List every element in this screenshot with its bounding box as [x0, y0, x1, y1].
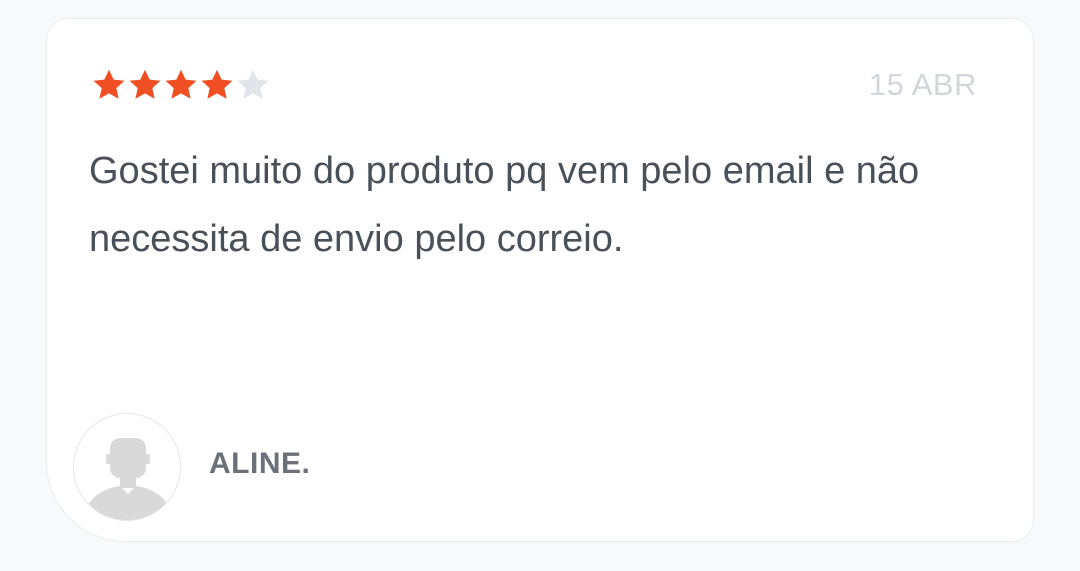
author-name: ALINE. — [209, 447, 311, 480]
review-card: 15 ABR Gostei muito do produto pq vem pe… — [46, 18, 1034, 542]
star-icon — [165, 69, 197, 99]
review-date: 15 ABR — [868, 67, 977, 102]
star-icon — [237, 69, 269, 99]
review-text: Gostei muito do produto pq vem pelo emai… — [89, 150, 920, 260]
star-icon — [129, 69, 161, 99]
star-rating — [91, 67, 271, 103]
star-icon — [201, 69, 233, 99]
star-icon — [93, 69, 125, 99]
avatar — [73, 413, 181, 521]
user-silhouette-icon — [84, 438, 172, 520]
